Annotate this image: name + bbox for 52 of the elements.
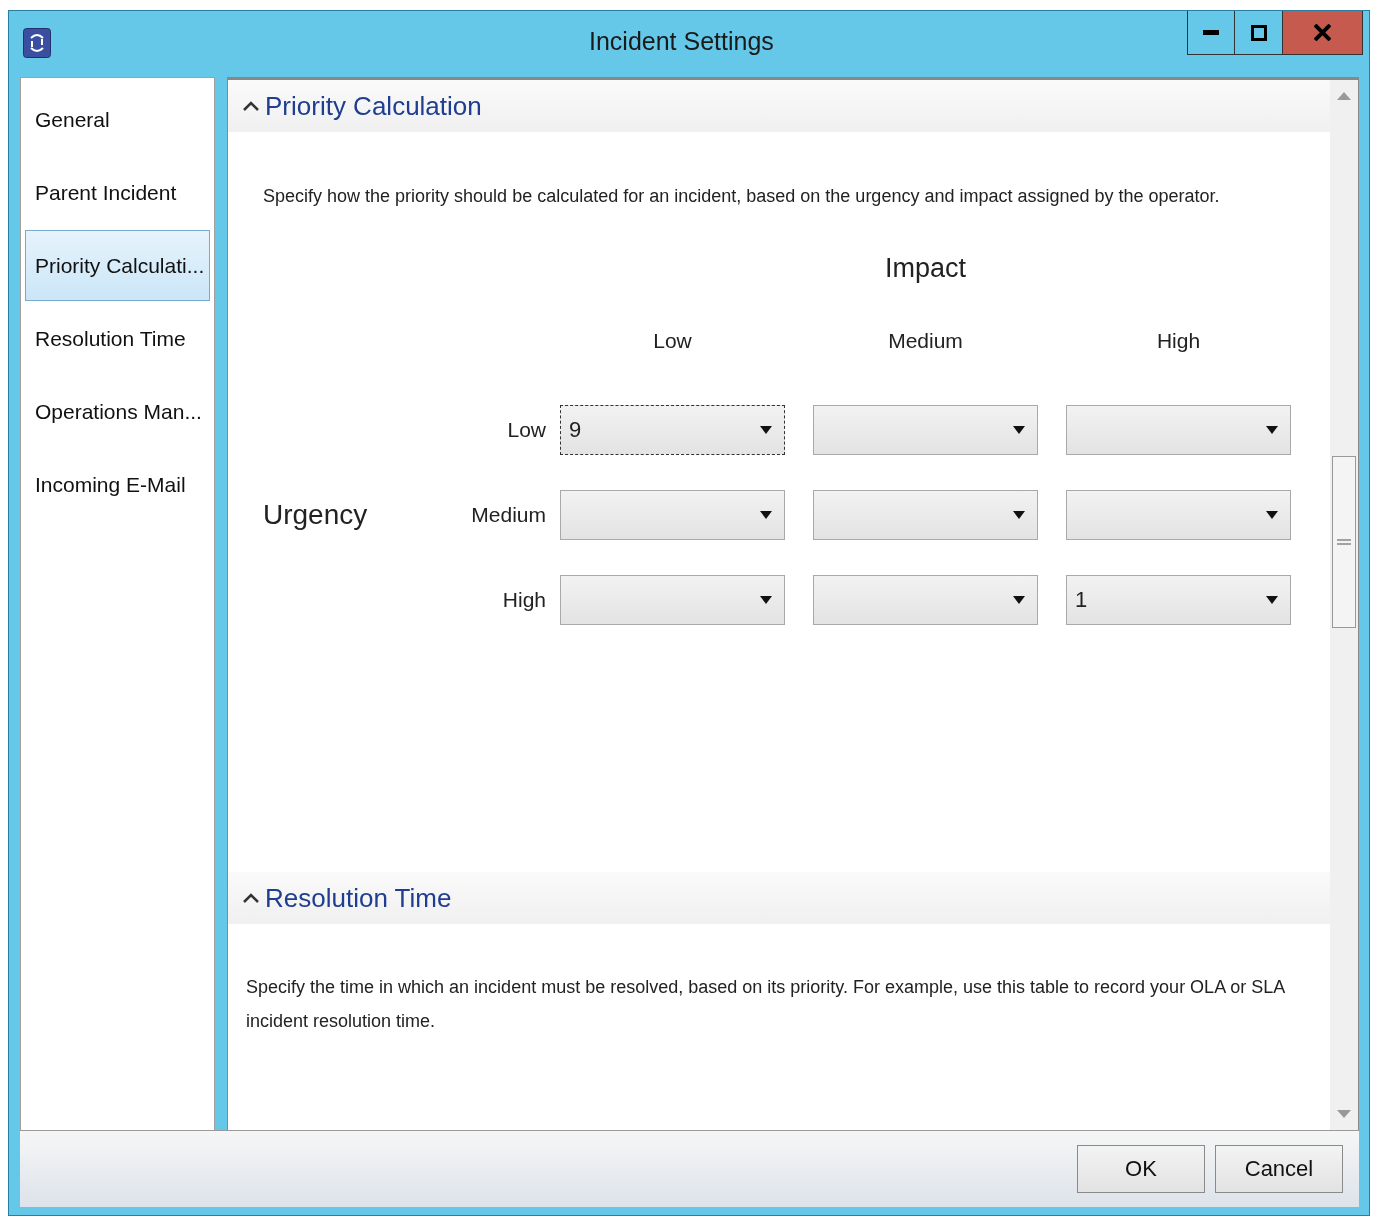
minimize-icon [1203, 30, 1219, 35]
priority-dropdown[interactable] [813, 489, 1038, 540]
dropdown-arrow-icon [1266, 595, 1278, 604]
priority-dropdown[interactable] [560, 489, 785, 540]
column-header: Impact [884, 253, 967, 284]
sidebar-item[interactable]: Incoming E-Mail [25, 449, 210, 520]
priority-dropdown[interactable] [1066, 404, 1291, 455]
dropdown-arrow-icon [1013, 425, 1025, 434]
section-header[interactable]: Resolution Time [228, 872, 1330, 924]
dialog-button[interactable]: OK [1077, 1145, 1205, 1193]
sidebar-item[interactable]: Operations Man... [25, 376, 210, 447]
column-label: Medium [887, 329, 964, 353]
app-icon [23, 28, 51, 58]
dropdown-arrow-icon [760, 595, 772, 604]
sidebar-item[interactable]: Parent Incident [25, 157, 210, 228]
dropdown-arrow-icon [1013, 510, 1025, 519]
section-description: Specify the time in which an incident must be resolved, based on its priority. For example, use this table to record your OLA or SLA incident resolution time. [245, 976, 1286, 1033]
minimize-button[interactable] [1187, 11, 1235, 55]
row-label: Low [506, 417, 546, 442]
close-button[interactable] [1283, 11, 1363, 55]
close-icon [1314, 24, 1331, 41]
dropdown-arrow-icon [760, 510, 772, 519]
scrollbar-thumb[interactable] [1332, 456, 1356, 628]
sidebar-item[interactable]: Resolution Time [25, 303, 210, 374]
column-label: Low [652, 329, 693, 353]
scroll-up-icon[interactable] [1337, 92, 1351, 100]
priority-dropdown[interactable]: 1 [1066, 574, 1291, 625]
dropdown-arrow-icon [1013, 595, 1025, 604]
priority-dropdown[interactable] [813, 404, 1038, 455]
row-label: High [501, 587, 546, 612]
priority-dropdown[interactable] [1066, 489, 1291, 540]
dropdown-arrow-icon [1266, 510, 1278, 519]
dropdown-arrow-icon [1266, 425, 1278, 434]
maximize-icon [1250, 24, 1267, 41]
scroll-down-icon[interactable] [1337, 1110, 1351, 1118]
priority-dropdown[interactable]: 9 [560, 404, 785, 455]
priority-dropdown[interactable] [813, 574, 1038, 625]
sidebar-item[interactable]: Priority Calculati... [25, 230, 210, 301]
scrollbar[interactable] [1330, 80, 1358, 1130]
section-title: Resolution Time [265, 882, 452, 914]
sidebar-item[interactable]: General [25, 84, 210, 155]
dialog-button[interactable]: Cancel [1215, 1145, 1343, 1193]
priority-dropdown[interactable] [560, 574, 785, 625]
row-header: Urgency [263, 498, 369, 531]
section-header[interactable]: Priority Calculation [228, 80, 1330, 132]
row-label: Medium [470, 502, 546, 527]
window-title: Incident Settings [589, 27, 774, 56]
section-description: Specify how the priority should be calculated for an incident, based on the urgency and impact assigned by the operator. [262, 185, 1221, 208]
dropdown-arrow-icon [760, 425, 772, 434]
column-label: High [1155, 329, 1202, 353]
grip-icon [1337, 538, 1351, 546]
section-title: Priority Calculation [265, 90, 482, 122]
